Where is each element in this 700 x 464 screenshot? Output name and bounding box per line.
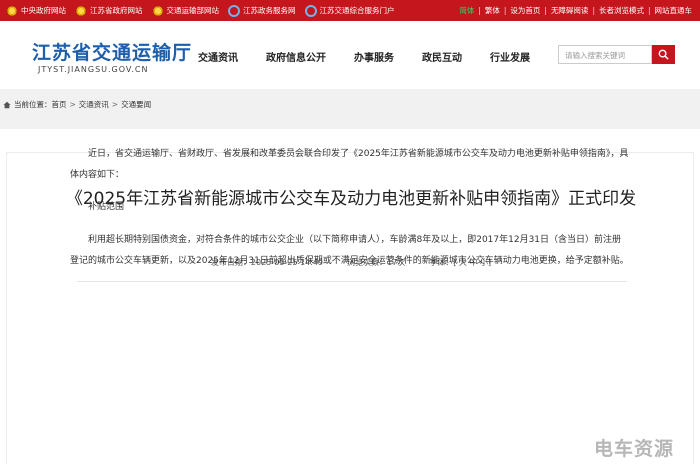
site-shortcut-link[interactable]: 网站直通车 [655, 5, 693, 16]
top-bar-utilities: 简体 | 繁体 | 设为首页 | 无障碍阅读 | 长者浏览模式 | 网站直通车 [457, 0, 694, 21]
site-header: 江苏省交通运输厅 JTYST.JIANGSU.GOV.CN 交通资讯 政府信息公… [0, 21, 700, 89]
national-emblem-icon [75, 4, 87, 17]
search-icon [658, 49, 669, 60]
nav-item-info-disclosure[interactable]: 政府信息公开 [266, 49, 326, 64]
breadcrumb-home[interactable]: 首页 [52, 99, 67, 110]
meta-divider [77, 281, 627, 282]
gov-link-portal[interactable]: 江苏交通综合服务门户 [304, 4, 395, 17]
top-bar: 中央政府网站 江苏省政府网站 交通运输部网站 江苏政务服务网 江苏交通综合服务门… [0, 0, 700, 21]
search-input[interactable]: 请输入搜索关键词 [558, 45, 652, 64]
nav-item-industry[interactable]: 行业发展 [490, 49, 530, 64]
nav-item-services[interactable]: 办事服务 [354, 49, 394, 64]
traditional-chinese-link[interactable]: 繁体 [485, 5, 500, 16]
elder-mode-link[interactable]: 长者浏览模式 [599, 5, 644, 16]
national-emblem-icon [6, 4, 18, 17]
site-title[interactable]: 江苏省交通运输厅 [32, 38, 192, 65]
gov-link-central[interactable]: 中央政府网站 [6, 4, 66, 17]
national-emblem-icon [151, 4, 164, 17]
watermark: 电车资源 [594, 438, 675, 460]
breadcrumb-label: 当前位置： [14, 100, 52, 109]
breadcrumb: 当前位置： 首页 > 交通资讯 > 交通要闻 [3, 99, 151, 110]
divider: | [478, 6, 481, 15]
gov-links: 中央政府网站 江苏省政府网站 交通运输部网站 江苏政务服务网 江苏交通综合服务门… [6, 0, 404, 21]
gov-link-ministry[interactable]: 交通运输部网站 [151, 4, 219, 17]
breadcrumb-separator: > [69, 100, 76, 109]
divider: | [647, 6, 651, 15]
nav-item-interaction[interactable]: 政民互动 [422, 49, 462, 64]
nav-item-news[interactable]: 交通资讯 [198, 49, 238, 64]
set-homepage-link[interactable]: 设为首页 [510, 5, 540, 16]
accessibility-link[interactable]: 无障碍阅读 [551, 5, 589, 16]
main-nav: 交通资讯 政府信息公开 办事服务 政民互动 行业发展 [198, 49, 558, 64]
breadcrumb-headlines[interactable]: 交通要闻 [121, 99, 151, 110]
simplified-chinese-link[interactable]: 简体 [459, 5, 474, 16]
article-subheading: 补贴范围 [88, 202, 125, 212]
breadcrumb-news[interactable]: 交通资讯 [79, 99, 109, 110]
article-paragraph: 近日，省交通运输厅、省财政厅、省发展和改革委员会联合印发了《2025年江苏省新能… [70, 149, 629, 180]
gov-link-service[interactable]: 江苏政务服务网 [228, 4, 296, 17]
breadcrumb-bar: 当前位置： 首页 > 交通资讯 > 交通要闻 [0, 89, 700, 129]
breadcrumb-separator: > [111, 100, 119, 109]
gov-link-province[interactable]: 江苏省政府网站 [75, 4, 143, 17]
divider: | [503, 6, 507, 15]
home-icon [3, 101, 11, 108]
service-ring-icon [228, 4, 240, 17]
search-button[interactable] [652, 45, 675, 64]
divider: | [592, 6, 595, 15]
article-paragraph: 利用超长期特别国债资金，对符合条件的城市公交企业（以下简称申请人），车龄满8年及… [70, 235, 629, 266]
divider: | [544, 6, 547, 15]
site-domain: JTYST.JIANGSU.GOV.CN [38, 65, 149, 74]
portal-ring-icon [304, 4, 317, 17]
